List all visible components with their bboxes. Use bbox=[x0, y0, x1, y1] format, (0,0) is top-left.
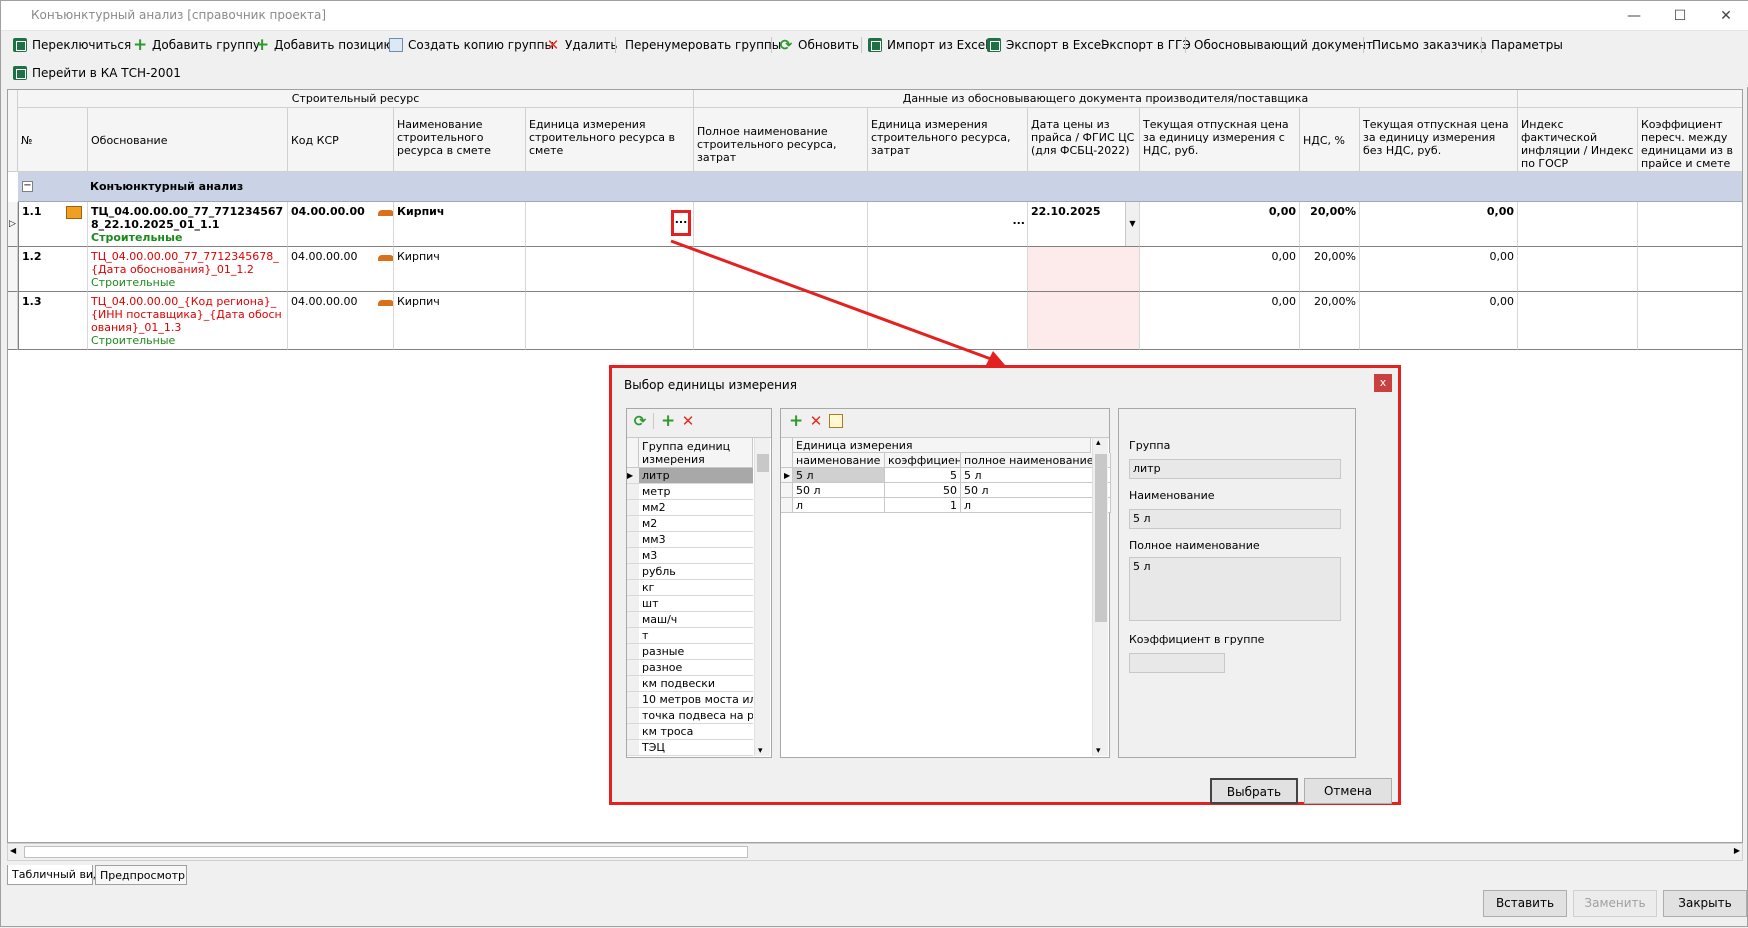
scroll-left-icon[interactable]: ◀ bbox=[10, 846, 16, 855]
dialog-title: Выбор единицы измерения bbox=[624, 378, 797, 392]
scroll-down-icon[interactable]: ▾ bbox=[1096, 746, 1101, 756]
scroll-down-icon[interactable]: ▾ bbox=[758, 746, 763, 756]
unit-cell-coef[interactable]: 1 bbox=[885, 498, 961, 513]
row-indicator-header bbox=[627, 438, 639, 468]
units-header: Единица измерения bbox=[793, 438, 1091, 453]
groups-scrollbar[interactable]: ▾ bbox=[754, 438, 770, 756]
unit-cell-full[interactable]: л bbox=[961, 498, 1111, 513]
row-indicator bbox=[627, 740, 639, 756]
list-item[interactable]: м2 bbox=[639, 516, 753, 532]
scrollbar-thumb[interactable] bbox=[757, 454, 769, 472]
scroll-up-icon[interactable]: ▴ bbox=[1096, 438, 1101, 448]
delete-unit-icon[interactable]: ✕ bbox=[809, 414, 823, 429]
list-item[interactable]: ТЭЦ bbox=[639, 740, 753, 756]
unit-groups-panel: ⟳ + ✕ Группа единиц измерения ▶ литр метр м… bbox=[626, 408, 772, 758]
row-indicator bbox=[627, 644, 639, 660]
col-unit-full[interactable]: полное наименование bbox=[961, 453, 1111, 468]
units-panel: + ✕ Единица измерения наименование коэфф… bbox=[780, 408, 1111, 758]
scroll-right-icon[interactable]: ▶ bbox=[1734, 846, 1740, 855]
units-scrollbar[interactable]: ▴ ▾ bbox=[1092, 438, 1108, 756]
unit-cell-full[interactable]: 5 л bbox=[961, 468, 1111, 483]
cancel-button[interactable]: Отмена bbox=[1304, 778, 1392, 804]
list-item[interactable]: литр bbox=[639, 468, 753, 484]
list-item[interactable]: мм3 bbox=[639, 532, 753, 548]
unit-details-panel: Группа литр Наименование 5 л Полное наим… bbox=[1118, 408, 1356, 758]
full-name-field-label: Полное наименование bbox=[1129, 539, 1260, 552]
replace-button[interactable]: Заменить bbox=[1573, 890, 1657, 917]
tab-table-view[interactable]: Табличный вид bbox=[7, 865, 101, 885]
list-item[interactable]: мм2 bbox=[639, 500, 753, 516]
row-indicator bbox=[781, 498, 793, 513]
row-indicator: ▶ bbox=[781, 468, 793, 483]
select-button[interactable]: Выбрать bbox=[1210, 778, 1298, 804]
unit-cell-name[interactable]: 5 л bbox=[793, 468, 885, 483]
row-indicator bbox=[627, 516, 639, 532]
arrow-line bbox=[670, 239, 992, 361]
row-indicator bbox=[627, 484, 639, 500]
row-indicator bbox=[627, 660, 639, 676]
dialog-close-button[interactable]: x bbox=[1374, 374, 1392, 392]
name-field-label: Наименование bbox=[1129, 489, 1215, 502]
unit-cell-coef[interactable]: 50 bbox=[885, 483, 961, 498]
units-table[interactable]: Единица измерения наименование коэффицие… bbox=[781, 437, 1111, 757]
list-item[interactable]: кг bbox=[639, 580, 753, 596]
tab-preview[interactable]: Предпросмотр bbox=[95, 865, 187, 885]
list-item[interactable]: т bbox=[639, 628, 753, 644]
unit-cell-coef[interactable]: 5 bbox=[885, 468, 961, 483]
coef-field-label: Коэффициент в группе bbox=[1129, 633, 1265, 646]
name-field[interactable]: 5 л bbox=[1129, 509, 1341, 529]
group-field[interactable]: литр bbox=[1129, 459, 1341, 479]
horizontal-scrollbar[interactable]: ◀ ▶ bbox=[7, 843, 1743, 861]
col-unit-coef[interactable]: коэффициент bbox=[885, 453, 961, 468]
list-item[interactable]: м3 bbox=[639, 548, 753, 564]
edit-unit-icon[interactable] bbox=[829, 414, 843, 428]
row-indicator: ▶ bbox=[627, 468, 639, 484]
row-indicator bbox=[627, 564, 639, 580]
row-indicator bbox=[627, 676, 639, 692]
coef-field[interactable] bbox=[1129, 653, 1225, 673]
full-name-field[interactable]: 5 л bbox=[1129, 557, 1341, 621]
list-item[interactable]: км подвески bbox=[639, 676, 753, 692]
scrollbar-thumb[interactable] bbox=[24, 846, 748, 858]
insert-button[interactable]: Вставить bbox=[1483, 890, 1567, 917]
list-item[interactable]: шт bbox=[639, 596, 753, 612]
toolbar-separator bbox=[653, 413, 654, 429]
row-indicator bbox=[627, 532, 639, 548]
add-group-icon[interactable]: + bbox=[661, 413, 675, 430]
col-unit-name[interactable]: наименование bbox=[793, 453, 885, 468]
list-item[interactable]: разное bbox=[639, 660, 753, 676]
unit-selection-dialog: Выбор единицы измерения x ⟳ + ✕ Группа е… bbox=[609, 365, 1401, 805]
main-window: Конъюнктурный анализ [справочник проекта… bbox=[0, 0, 1748, 927]
row-indicator bbox=[627, 500, 639, 516]
row-indicator bbox=[627, 612, 639, 628]
list-item[interactable]: км троса bbox=[639, 724, 753, 740]
row-indicator-header bbox=[781, 438, 793, 468]
list-item[interactable]: точка подвеса на р... bbox=[639, 708, 753, 724]
group-field-label: Группа bbox=[1129, 439, 1171, 452]
unit-cell-full[interactable]: 50 л bbox=[961, 483, 1111, 498]
groups-header: Группа единиц измерения bbox=[639, 438, 753, 468]
unit-cell-name[interactable]: 50 л bbox=[793, 483, 885, 498]
row-indicator bbox=[627, 596, 639, 612]
add-unit-icon[interactable]: + bbox=[789, 413, 803, 430]
unit-cell-name[interactable]: л bbox=[793, 498, 885, 513]
list-item[interactable]: метр bbox=[639, 484, 753, 500]
close-button[interactable]: Закрыть bbox=[1663, 890, 1747, 917]
list-item[interactable]: рубль bbox=[639, 564, 753, 580]
row-indicator bbox=[627, 724, 639, 740]
list-item[interactable]: маш/ч bbox=[639, 612, 753, 628]
row-indicator bbox=[627, 580, 639, 596]
list-item[interactable]: 10 метров моста ил... bbox=[639, 692, 753, 708]
scrollbar-thumb[interactable] bbox=[1095, 454, 1107, 622]
row-indicator bbox=[781, 483, 793, 498]
row-indicator bbox=[627, 548, 639, 564]
row-indicator bbox=[627, 708, 639, 724]
refresh-icon[interactable]: ⟳ bbox=[633, 414, 647, 429]
delete-group-icon[interactable]: ✕ bbox=[681, 414, 695, 429]
row-indicator bbox=[627, 692, 639, 708]
groups-list[interactable]: Группа единиц измерения ▶ литр метр мм2 м2 мм… bbox=[627, 437, 771, 757]
list-item[interactable]: разные bbox=[639, 644, 753, 660]
row-indicator bbox=[627, 628, 639, 644]
